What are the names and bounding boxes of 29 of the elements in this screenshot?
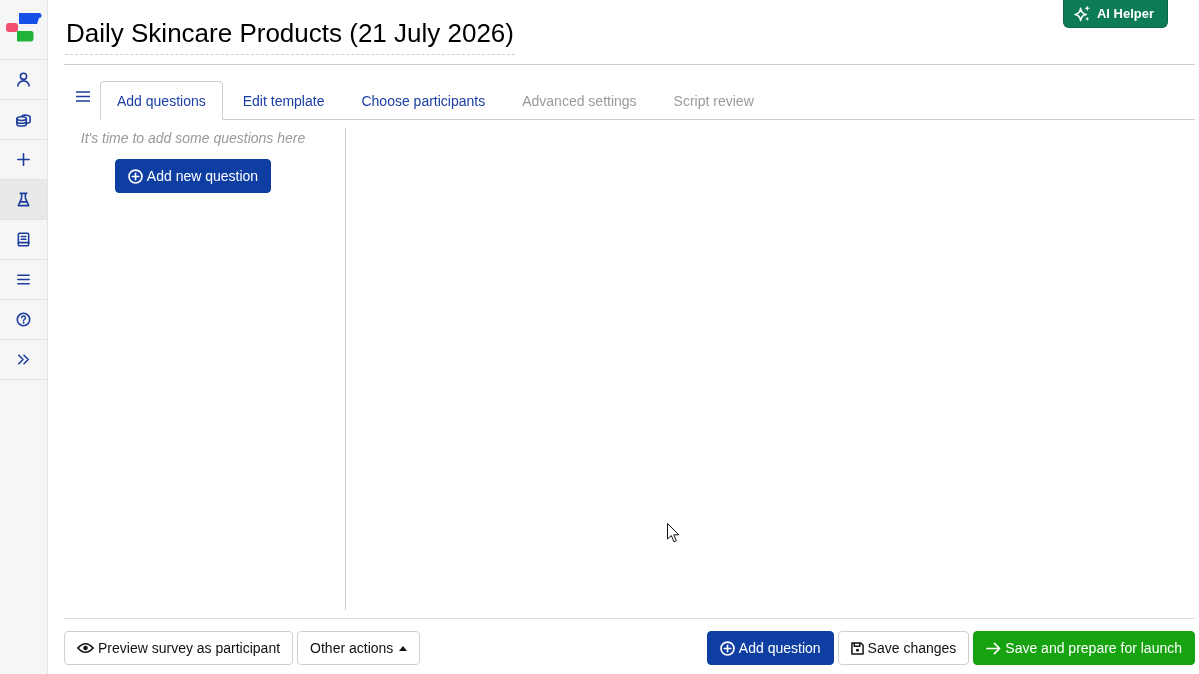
app-logo <box>6 13 42 42</box>
tab[interactable]: Add questions <box>100 81 223 120</box>
tab[interactable]: Edit template <box>225 81 342 120</box>
sparkles-icon <box>1073 5 1091 22</box>
add-question-button[interactable]: Add question <box>706 631 834 665</box>
ai-helper-button[interactable]: AI Helper <box>1062 0 1168 28</box>
help-icon <box>16 312 31 327</box>
add-new-question-button[interactable]: Add new question <box>114 159 272 193</box>
list-icon <box>16 272 31 287</box>
plus-circle-icon <box>127 168 143 184</box>
eye-icon <box>77 642 94 654</box>
arrow-right-icon <box>986 641 1002 655</box>
coins-icon <box>16 112 31 127</box>
other-actions-button[interactable]: Other actions <box>297 631 421 665</box>
chevrons-right-icon <box>16 352 31 367</box>
caret-up-icon <box>399 645 408 651</box>
preview-button[interactable]: Preview survey as participant <box>64 631 294 665</box>
flask-icon <box>16 192 31 207</box>
plus-icon <box>16 152 31 167</box>
save-changes-button[interactable]: Save changes <box>837 631 970 665</box>
empty-message: It's time to add some questions here <box>80 129 306 148</box>
user-icon <box>16 72 31 87</box>
sidebar-item[interactable] <box>0 180 47 220</box>
survey-title: Daily Skincare Products (21 July 2026) <box>65 18 515 55</box>
menu-icon[interactable] <box>76 91 90 102</box>
plus-circle-icon <box>719 640 735 656</box>
mouse-pointer-icon <box>667 523 680 543</box>
book-icon <box>16 232 31 247</box>
tab[interactable]: Choose participants <box>344 81 503 120</box>
